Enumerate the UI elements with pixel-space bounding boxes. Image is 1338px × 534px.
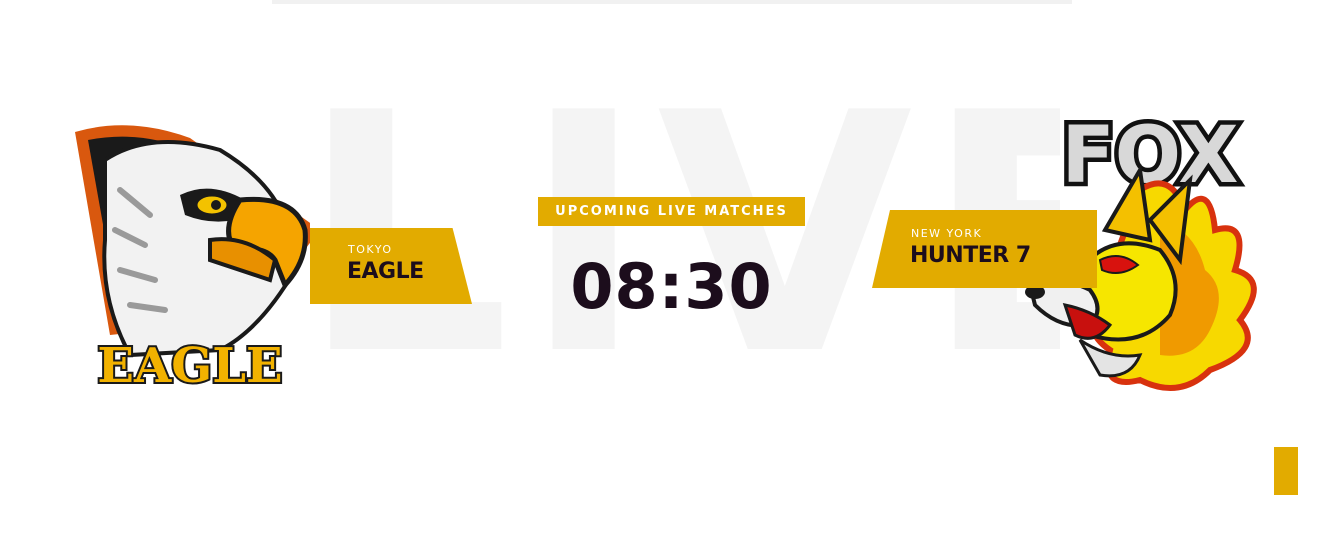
eagle-logo: EAGLE bbox=[70, 120, 310, 395]
team-left-name: EAGLE bbox=[347, 259, 424, 284]
team-right-banner[interactable]: NEW YORK HUNTER 7 bbox=[872, 210, 1097, 288]
team-left-city: TOKYO bbox=[348, 243, 393, 256]
team-right-name: HUNTER 7 bbox=[910, 243, 1031, 268]
top-divider bbox=[272, 0, 1072, 4]
match-time: 08:30 bbox=[570, 250, 773, 323]
team-right-city: NEW YORK bbox=[911, 227, 983, 240]
team-left-banner[interactable]: TOKYO EAGLE bbox=[310, 228, 472, 304]
eagle-logo-wordmark: EAGLE bbox=[97, 338, 282, 394]
upcoming-matches-label: UPCOMING LIVE MATCHES bbox=[538, 197, 805, 226]
scroll-to-top-button[interactable] bbox=[1274, 447, 1298, 495]
